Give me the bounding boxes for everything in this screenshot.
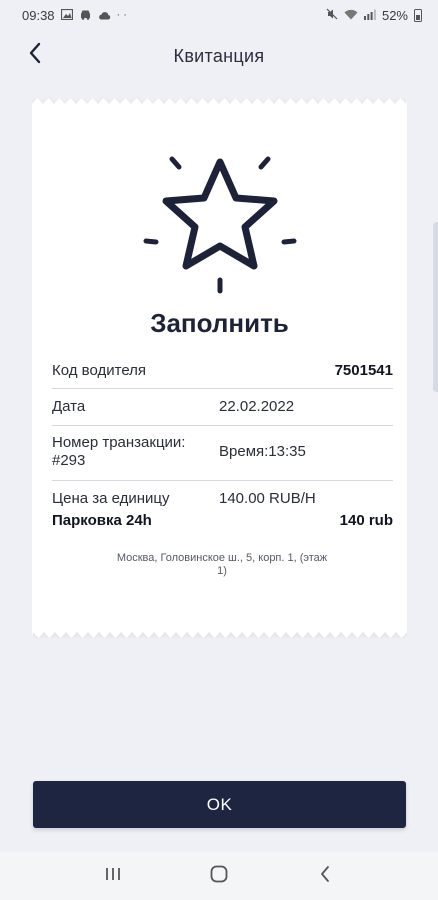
mute-icon: [326, 8, 338, 23]
nav-home-button[interactable]: [199, 856, 239, 896]
status-bar: 09:38 · · 52%: [0, 0, 438, 30]
system-nav-bar: [0, 852, 438, 900]
date-row: Дата 22.02.2022: [52, 396, 393, 420]
service-total: 140 rub: [339, 512, 393, 529]
signal-icon: [363, 8, 376, 23]
unit-price-label: Цена за единицу: [52, 490, 170, 507]
unit-price-value: 140.00 RUB/H: [219, 490, 316, 507]
transaction-number: #293: [52, 452, 86, 469]
divider: [52, 480, 393, 481]
service-label: Парковка 24h: [52, 512, 152, 529]
battery-icon: [414, 8, 422, 22]
status-right: 52%: [326, 8, 422, 23]
wifi-icon: [344, 8, 358, 23]
star-icon: [143, 156, 297, 294]
recents-icon: [104, 866, 122, 887]
status-left: 09:38 · ·: [22, 8, 127, 23]
transaction-row: Номер транзакции: #293 Время:13:35: [52, 433, 393, 473]
address-line: 1): [217, 565, 227, 577]
divider: [52, 425, 393, 426]
time-value: Время:13:35: [219, 443, 306, 460]
gallery-icon: [60, 8, 73, 23]
driver-code-value: 7501541: [334, 362, 393, 379]
divider: [52, 388, 393, 389]
battery-percent: 52%: [381, 7, 408, 23]
nav-recents-button[interactable]: [93, 856, 133, 896]
chevron-left-icon: [28, 42, 42, 69]
parking-address: Москва, Головинское ш., 5, корп. 1, (эта…: [92, 552, 352, 578]
app-header: Квитанция: [0, 34, 438, 78]
receipt-status-heading: Заполнить: [150, 308, 289, 338]
ok-button[interactable]: OK: [33, 781, 406, 828]
status-time: 09:38: [22, 7, 55, 23]
page-title: Квитанция: [173, 45, 265, 66]
driver-code-label: Код водителя: [52, 362, 147, 379]
cloud-icon: [98, 8, 111, 23]
nav-back-button[interactable]: [305, 856, 345, 896]
transaction-label: Номер транзакции:: [52, 434, 186, 451]
back-icon: [319, 865, 331, 888]
more-notifications-icon: · ·: [116, 9, 127, 21]
home-icon: [209, 864, 229, 889]
scroll-indicator: [433, 222, 438, 392]
date-value: 22.02.2022: [219, 398, 295, 415]
address-line: Москва, Головинское ш., 5, корп. 1, (эта…: [116, 552, 328, 564]
back-button[interactable]: [20, 40, 50, 70]
car-icon: [79, 8, 92, 23]
date-label: Дата: [52, 398, 86, 415]
receipt-card: Заполнить Код водителя 7501541 Дата 22.0…: [32, 98, 407, 638]
price-row: Цена за единицу 140.00 RUB/H Парковка 24…: [52, 489, 393, 535]
driver-code-row: Код водителя 7501541: [52, 360, 393, 384]
